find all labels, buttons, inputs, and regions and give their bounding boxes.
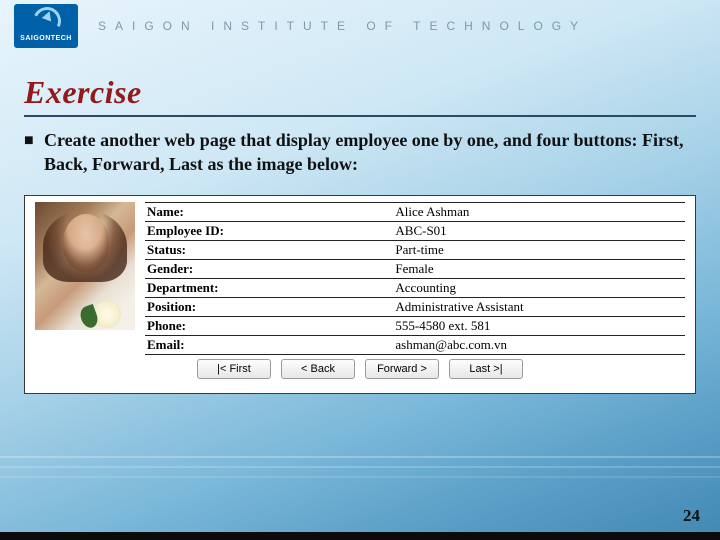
- field-label: Phone:: [145, 316, 393, 335]
- first-button[interactable]: |< First: [197, 359, 271, 379]
- table-row: Phone:555-4580 ext. 581: [145, 316, 685, 335]
- bullet-item: ■ Create another web page that display e…: [24, 128, 696, 177]
- slide-body: ■ Create another web page that display e…: [24, 128, 696, 394]
- bottom-edge: [0, 532, 720, 540]
- field-label: Employee ID:: [145, 221, 393, 240]
- header-bar: SAIGONTECH SAIGON INSTITUTE OF TECHNOLOG…: [0, 0, 720, 52]
- logo-icon: [33, 7, 59, 33]
- field-value: Alice Ashman: [393, 202, 685, 221]
- field-label: Email:: [145, 335, 393, 354]
- employee-table: Name:Alice Ashman Employee ID:ABC-S01 St…: [145, 202, 685, 355]
- table-row: Position:Administrative Assistant: [145, 297, 685, 316]
- example-panel: Name:Alice Ashman Employee ID:ABC-S01 St…: [24, 195, 696, 394]
- employee-row: Name:Alice Ashman Employee ID:ABC-S01 St…: [35, 202, 685, 355]
- field-value: 555-4580 ext. 581: [393, 316, 685, 335]
- field-label: Gender:: [145, 259, 393, 278]
- field-label: Department:: [145, 278, 393, 297]
- table-row: Gender:Female: [145, 259, 685, 278]
- table-row: Department:Accounting: [145, 278, 685, 297]
- logo-text: SAIGONTECH: [20, 35, 72, 42]
- field-label: Status:: [145, 240, 393, 259]
- field-value: Accounting: [393, 278, 685, 297]
- field-label: Name:: [145, 202, 393, 221]
- table-row: Employee ID:ABC-S01: [145, 221, 685, 240]
- page-number: 24: [683, 506, 700, 526]
- slide: SAIGONTECH SAIGON INSTITUTE OF TECHNOLOG…: [0, 0, 720, 540]
- field-label: Position:: [145, 297, 393, 316]
- logo: SAIGONTECH: [14, 4, 78, 48]
- forward-button[interactable]: Forward >: [365, 359, 439, 379]
- last-button[interactable]: Last >|: [449, 359, 523, 379]
- table-row: Name:Alice Ashman: [145, 202, 685, 221]
- table-row: Email:ashman@abc.com.vn: [145, 335, 685, 354]
- institution-name: SAIGON INSTITUTE OF TECHNOLOGY: [86, 19, 720, 33]
- bullet-text: Create another web page that display emp…: [44, 128, 696, 177]
- flower-icon: [93, 300, 121, 328]
- bullet-icon: ■: [24, 128, 34, 177]
- field-value: Female: [393, 259, 685, 278]
- decorative-lines: [0, 456, 720, 482]
- nav-button-row: |< First < Back Forward > Last >|: [35, 359, 685, 379]
- table-row: Status:Part-time: [145, 240, 685, 259]
- field-value: Part-time: [393, 240, 685, 259]
- slide-title: Exercise: [24, 74, 696, 111]
- back-button[interactable]: < Back: [281, 359, 355, 379]
- field-value: ashman@abc.com.vn: [393, 335, 685, 354]
- title-row: Exercise: [24, 74, 696, 117]
- field-value: ABC-S01: [393, 221, 685, 240]
- field-value: Administrative Assistant: [393, 297, 685, 316]
- employee-photo: [35, 202, 135, 330]
